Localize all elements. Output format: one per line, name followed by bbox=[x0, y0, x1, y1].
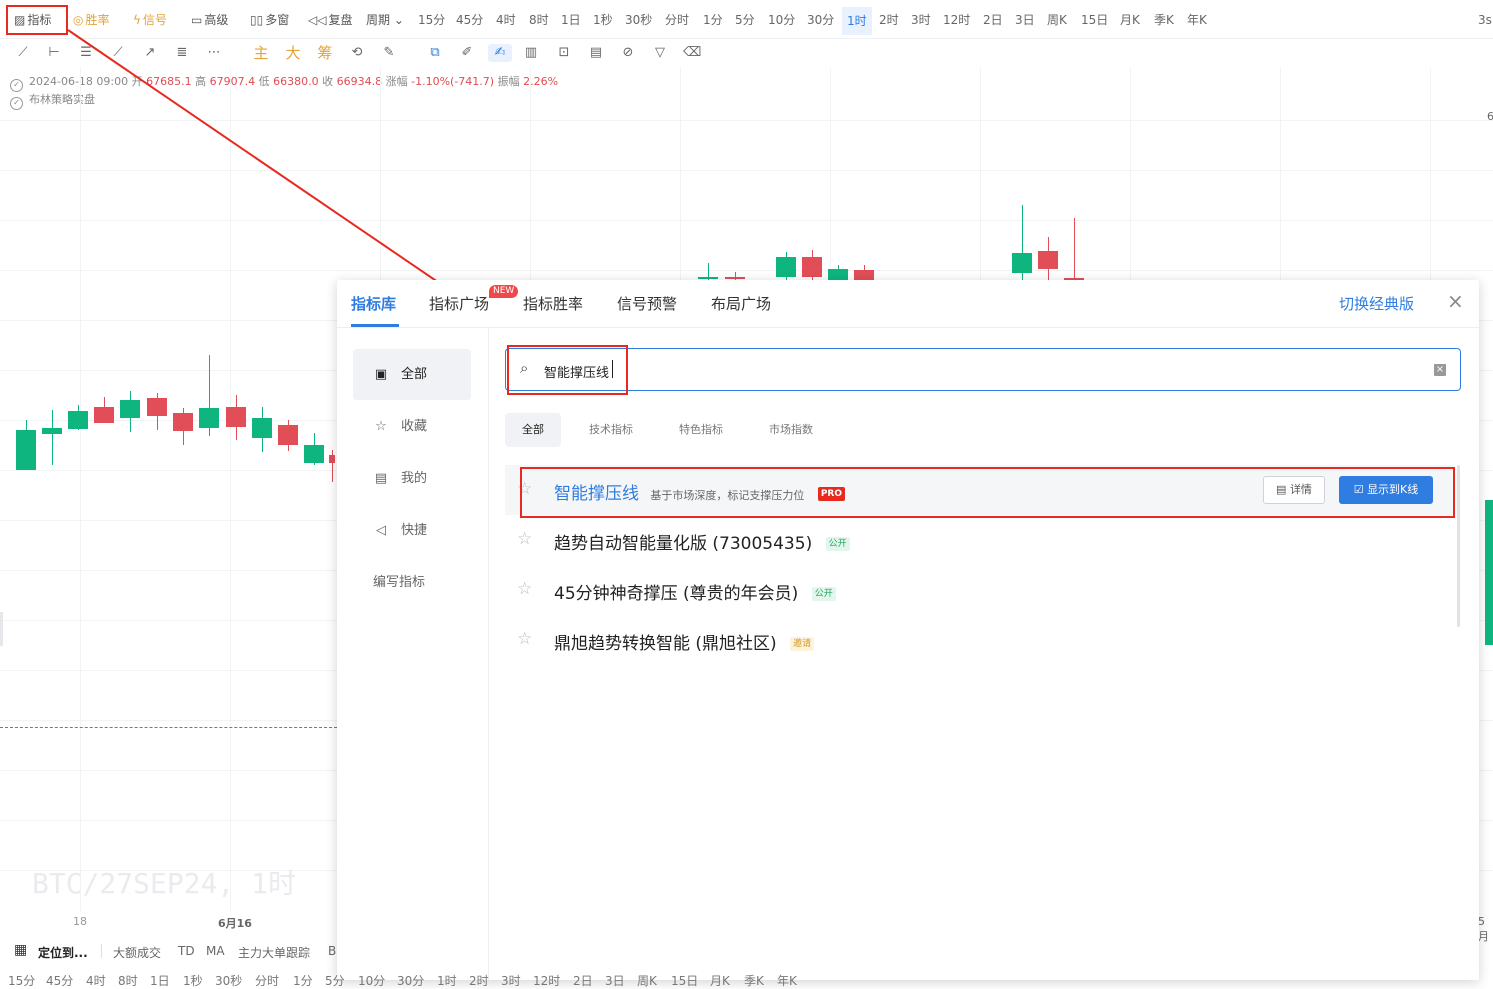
calendar-icon[interactable]: ▦ bbox=[14, 942, 27, 958]
bottom-period-option[interactable]: 分时 bbox=[255, 972, 279, 989]
modal-header: 指标库 指标广场 NEW 指标胜率 信号预警 布局广场 切换经典版 × bbox=[337, 280, 1479, 328]
bottom-period-option[interactable]: 15分 bbox=[8, 972, 35, 989]
filter-chip-all[interactable]: 全部 bbox=[505, 413, 561, 447]
bottom-period-option[interactable]: 2时 bbox=[469, 972, 489, 989]
result-name: 45分钟神奇撑压 (尊贵的年会员) bbox=[554, 584, 799, 604]
bottom-period-option[interactable]: 季K bbox=[744, 972, 764, 989]
bottom-period-option[interactable]: 1分 bbox=[293, 972, 313, 989]
search-input[interactable]: 智能撑压线 bbox=[544, 362, 609, 381]
result-name: 鼎旭趋势转换智能 (鼎旭社区) bbox=[554, 634, 777, 654]
bottom-toolbar: ▦ 定位到... 大额成交 TD MA 主力大单跟踪 B bbox=[0, 936, 1493, 966]
sidebar-item-all[interactable]: ▣ 全部 bbox=[353, 349, 471, 400]
results-scrollbar[interactable] bbox=[1457, 465, 1460, 627]
active-tab-underline bbox=[351, 324, 399, 327]
sidebar-item-mine[interactable]: ▤ 我的 bbox=[353, 453, 471, 504]
star-icon[interactable]: ☆ bbox=[517, 630, 532, 648]
star-icon[interactable]: ☆ bbox=[517, 530, 532, 548]
modal-sidebar: ▣ 全部 ☆ 收藏 ▤ 我的 ◁ 快捷 编写指标 bbox=[337, 328, 489, 980]
bottom-period-option[interactable]: 1时 bbox=[437, 972, 457, 989]
show-on-chart-button[interactable]: ☑ 显示到K线 bbox=[1339, 476, 1433, 504]
search-box[interactable]: ⌕ 智能撑压线 × bbox=[505, 348, 1461, 391]
star-icon[interactable]: ☆ bbox=[517, 480, 532, 498]
clear-icon[interactable]: × bbox=[1434, 364, 1446, 376]
indicator-modal: 指标库 指标广场 NEW 指标胜率 信号预警 布局广场 切换经典版 × ▣ 全部 … bbox=[337, 280, 1479, 980]
code-icon: ▤ bbox=[374, 471, 388, 486]
result-row[interactable]: ☆ 智能撑压线 基于市场深度，标记支撑压力位 PRO ▤ 详情 ☑ 显示到K线 bbox=[505, 465, 1453, 515]
filter-chip-market[interactable]: 市场指数 bbox=[757, 413, 825, 447]
search-icon: ⌕ bbox=[520, 359, 529, 377]
bottom-period-option[interactable]: 30分 bbox=[397, 972, 424, 989]
result-name: 智能撑压线 bbox=[554, 484, 639, 504]
document-icon: ▤ bbox=[1276, 483, 1290, 496]
tab-signal-alert[interactable]: 信号预警 bbox=[617, 293, 677, 314]
bottom-indicator-main-tracking[interactable]: 主力大单跟踪 bbox=[238, 944, 310, 961]
tab-indicator-winrate[interactable]: 指标胜率 bbox=[523, 293, 583, 314]
bottom-period-option[interactable]: 15日 bbox=[671, 972, 698, 989]
public-badge: 公开 bbox=[825, 537, 850, 551]
result-row[interactable]: ☆ 45分钟神奇撑压 (尊贵的年会员) 公开 bbox=[505, 565, 1453, 615]
bottom-period-option[interactable]: 2日 bbox=[573, 972, 593, 989]
result-row[interactable]: ☆ 趋势自动智能量化版 (73005435) 公开 bbox=[505, 515, 1453, 565]
sidebar-item-favorites[interactable]: ☆ 收藏 bbox=[353, 401, 471, 452]
bottom-period-option[interactable]: 年K bbox=[777, 972, 797, 989]
star-icon[interactable]: ☆ bbox=[517, 580, 532, 598]
send-icon: ◁ bbox=[376, 523, 386, 538]
bottom-period-option[interactable]: 3时 bbox=[501, 972, 521, 989]
bottom-period-option[interactable]: 月K bbox=[710, 972, 730, 989]
bottom-period-option[interactable]: 周K bbox=[637, 972, 657, 989]
checkbox-icon: ☑ bbox=[1353, 483, 1368, 496]
locate-button[interactable]: 定位到... bbox=[38, 944, 88, 961]
bottom-indicator-td[interactable]: TD bbox=[178, 944, 195, 958]
sidebar-item-write[interactable]: 编写指标 bbox=[353, 557, 471, 608]
bottom-period-option[interactable]: 45分 bbox=[46, 972, 73, 989]
bottom-period-option[interactable]: 1秒 bbox=[183, 972, 203, 989]
star-icon: ☆ bbox=[375, 419, 387, 434]
bottom-period-option[interactable]: 5分 bbox=[325, 972, 345, 989]
close-icon[interactable]: × bbox=[1447, 290, 1464, 312]
bottom-period-list: 15分 45分 4时 8时 1日 1秒 30秒 分时 1分 5分 10分 30分 1时 2时 3时 12时 2日… bbox=[0, 970, 1493, 988]
result-desc: 基于市场深度，标记支撑压力位 bbox=[650, 489, 805, 502]
text-cursor bbox=[612, 360, 613, 378]
bottom-period-option[interactable]: 12时 bbox=[533, 972, 560, 989]
bottom-period-option[interactable]: 10分 bbox=[358, 972, 385, 989]
switch-classic-link[interactable]: 切换经典版 bbox=[1339, 293, 1414, 314]
bottom-indicator-ma[interactable]: MA bbox=[206, 944, 225, 958]
new-badge: NEW bbox=[489, 285, 519, 298]
bottom-period-option[interactable]: 8时 bbox=[118, 972, 138, 989]
filter-chip-featured[interactable]: 特色指标 bbox=[667, 413, 735, 447]
filter-chip-technical[interactable]: 技术指标 bbox=[577, 413, 645, 447]
tab-indicator-library[interactable]: 指标库 bbox=[351, 293, 396, 314]
divider bbox=[101, 944, 102, 958]
bottom-indicator-big-trade[interactable]: 大额成交 bbox=[113, 944, 161, 961]
chart-icon: ▣ bbox=[374, 367, 388, 382]
tab-layout-square[interactable]: 布局广场 bbox=[711, 293, 771, 314]
pro-badge: PRO bbox=[817, 487, 845, 501]
detail-button[interactable]: ▤ 详情 bbox=[1263, 476, 1325, 504]
result-row[interactable]: ☆ 鼎旭趋势转换智能 (鼎旭社区) 邀请 bbox=[505, 615, 1453, 665]
result-name: 趋势自动智能量化版 (73005435) bbox=[554, 534, 813, 554]
bottom-period-option[interactable]: 30秒 bbox=[215, 972, 242, 989]
bottom-indicator-b[interactable]: B bbox=[328, 944, 336, 958]
public-badge: 公开 bbox=[811, 587, 836, 601]
tab-indicator-square[interactable]: 指标广场 bbox=[429, 293, 489, 314]
bottom-period-option[interactable]: 3日 bbox=[605, 972, 625, 989]
invite-badge: 邀请 bbox=[790, 637, 815, 651]
bottom-period-option[interactable]: 4时 bbox=[86, 972, 106, 989]
bottom-period-option[interactable]: 1日 bbox=[150, 972, 170, 989]
sidebar-item-shortcut[interactable]: ◁ 快捷 bbox=[353, 505, 471, 556]
